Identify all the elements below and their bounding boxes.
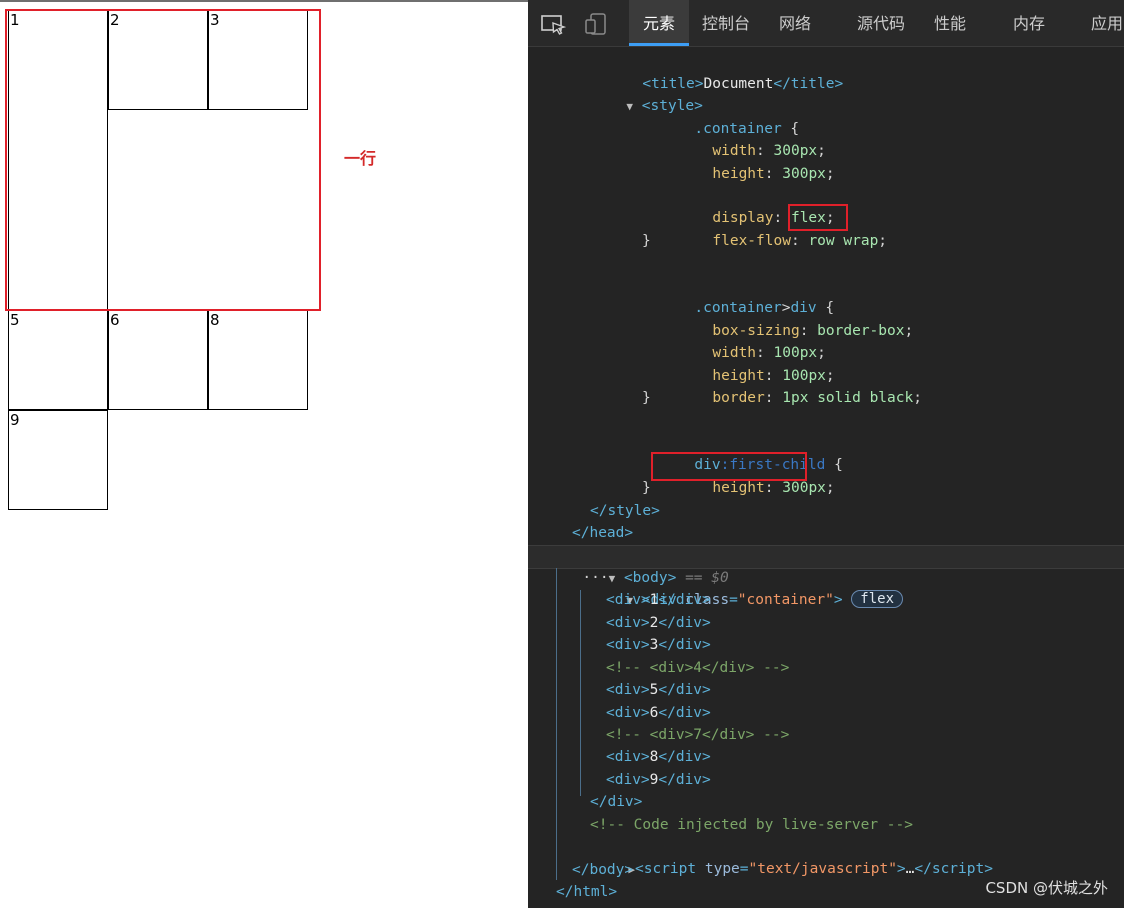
first-child-rule-open: div:first-child { xyxy=(694,457,843,473)
dom-div-9[interactable]: <div>9</div> xyxy=(606,769,711,791)
dom-div-8[interactable]: <div>8</div> xyxy=(606,746,711,768)
decl-child-height: height: 100px; xyxy=(712,368,835,384)
title-line[interactable]: <title>Document</title> xyxy=(590,51,843,92)
page-top-border xyxy=(0,0,528,2)
decl-child-width: width: 100px; xyxy=(712,345,826,361)
first-row-annotation: 一行 xyxy=(344,149,377,168)
flex-item-5: 5 xyxy=(8,310,108,410)
dom-div-2[interactable]: <div>2</div> xyxy=(606,612,711,634)
first-row-highlight xyxy=(5,9,321,311)
flex-badge[interactable]: flex xyxy=(851,590,904,608)
first-child-height-highlight xyxy=(651,452,807,481)
collapse-triangle-icon[interactable]: ▼ xyxy=(626,100,633,113)
container-div-line[interactable]: ▼ <div class="container"> flex xyxy=(574,567,904,608)
body-open-line[interactable]: ···▼ <body> == $0 xyxy=(530,545,728,586)
decl-box-sizing: box-sizing: border-box; xyxy=(712,323,914,339)
live-server-comment[interactable]: <!-- Code injected by live-server --> xyxy=(590,814,913,836)
dom-div-3[interactable]: <div>3</div> xyxy=(606,634,711,656)
style-open-line[interactable]: ▼ <style> xyxy=(574,73,702,114)
flex-item-9: 9 xyxy=(8,410,108,510)
dom-comment-4[interactable]: <!-- <div>4</div> --> xyxy=(606,657,789,679)
wrap-highlight xyxy=(788,204,848,231)
elements-tree: <title>Document</title> ▼ <style> .conta… xyxy=(528,0,1124,900)
child-rule-close: } xyxy=(642,390,651,406)
container-rule-close: } xyxy=(642,233,651,249)
first-child-rule-close: } xyxy=(642,480,651,496)
html-close-line[interactable]: </html> xyxy=(556,881,617,903)
decl-flex-flow: flex-flow: row wrap; xyxy=(712,233,888,249)
flex-item-6: 6 xyxy=(108,310,208,410)
container-div-close[interactable]: </div> xyxy=(590,791,642,813)
child-rule-open: .container>div { xyxy=(694,300,835,316)
flex-item-8: 8 xyxy=(208,310,308,410)
decl-border: border: 1px solid black; xyxy=(712,390,922,406)
dom-div-1[interactable]: <div>1</div> xyxy=(606,589,711,611)
dom-div-6[interactable]: <div>6</div> xyxy=(606,702,711,724)
body-close-line[interactable]: </body> xyxy=(572,859,633,881)
dom-comment-7[interactable]: <!-- <div>7</div> --> xyxy=(606,724,789,746)
style-close-line[interactable]: </style> xyxy=(590,500,660,522)
devtools-panel: 元素 控制台 网络 源代码 性能 内存 应用 <title>Document</… xyxy=(528,0,1124,908)
script-line[interactable]: ▶<script type="text/javascript">…</scrip… xyxy=(576,836,993,877)
decl-width: width: 300px; xyxy=(712,143,826,159)
csdn-watermark: CSDN @伏城之外 xyxy=(985,879,1108,897)
dom-div-5[interactable]: <div>5</div> xyxy=(606,679,711,701)
head-close-line[interactable]: </head> xyxy=(572,522,633,544)
container-rule-open: .container { xyxy=(694,121,800,137)
decl-height: height: 300px; xyxy=(712,166,835,182)
